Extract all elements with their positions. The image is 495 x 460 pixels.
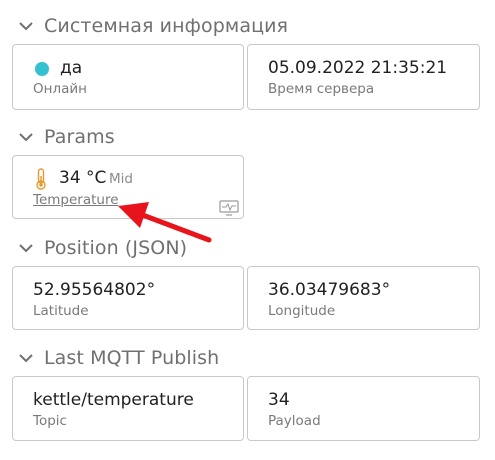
temperature-level-note: Mid [109, 171, 133, 187]
chart-monitor-icon[interactable] [219, 200, 239, 216]
temperature-value: 34 °C [59, 168, 107, 188]
section-header-mqtt[interactable]: Last MQTT Publish [18, 344, 219, 372]
chevron-down-icon [19, 133, 33, 142]
status-card: да Онлайн [12, 44, 244, 110]
section-header-params[interactable]: Params [18, 123, 115, 151]
topic-value: kettle/temperature [33, 390, 194, 410]
chevron-down-icon [19, 22, 33, 31]
temperature-link[interactable]: Temperature [33, 192, 119, 208]
topic-card: kettle/temperature Topic [12, 376, 244, 441]
section-title: Position (JSON) [44, 237, 188, 259]
longitude-value: 36.03479683° [268, 280, 391, 300]
latitude-card: 52.95564802° Latitude [12, 266, 244, 330]
status-label: Онлайн [33, 81, 87, 97]
chevron-down-icon [19, 244, 33, 253]
device-info-panel: Системная информация да Онлайн 05.09.202… [0, 0, 495, 460]
chevron-down-icon [19, 354, 33, 363]
status-value: да [60, 58, 83, 78]
latitude-value: 52.95564802° [33, 280, 156, 300]
payload-card: 34 Payload [247, 376, 480, 441]
status-dot [35, 62, 49, 76]
thermometer-icon [36, 168, 46, 190]
section-title: Params [44, 126, 115, 148]
server-time-value: 05.09.2022 21:35:21 [268, 58, 448, 78]
server-time-card: 05.09.2022 21:35:21 Время сервера [247, 44, 480, 110]
section-header-position[interactable]: Position (JSON) [18, 234, 187, 262]
payload-value: 34 [268, 390, 290, 410]
section-title: Системная информация [44, 15, 289, 37]
server-time-label: Время сервера [268, 81, 375, 97]
temperature-card: 34 °C Mid Temperature [12, 155, 244, 219]
longitude-card: 36.03479683° Longitude [247, 266, 480, 330]
section-header-system[interactable]: Системная информация [18, 12, 288, 40]
payload-label: Payload [268, 413, 321, 429]
section-title: Last MQTT Publish [44, 347, 220, 369]
topic-label: Topic [33, 413, 67, 429]
latitude-label: Latitude [33, 303, 89, 319]
longitude-label: Longitude [268, 303, 336, 319]
